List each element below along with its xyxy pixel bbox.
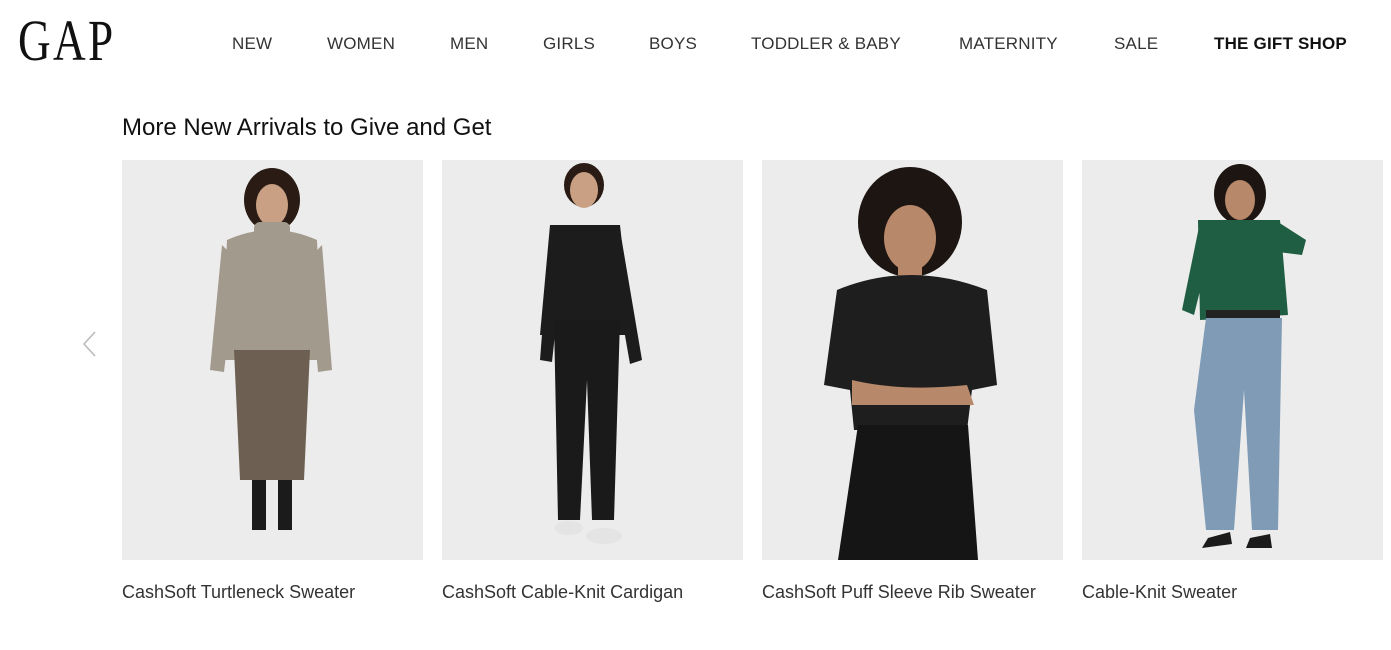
product-name[interactable]: Cable-Knit Sweater (1082, 582, 1383, 603)
model-photo (122, 160, 423, 560)
product-image[interactable] (762, 160, 1063, 560)
product-image[interactable] (442, 160, 743, 560)
product-name[interactable]: CashSoft Turtleneck Sweater (122, 582, 423, 603)
product-card[interactable]: CashSoft Puff Sleeve Rib Sweater (762, 160, 1063, 603)
nav-item-women[interactable]: WOMEN (327, 33, 395, 55)
nav-item-sale[interactable]: SALE (1114, 33, 1158, 55)
product-image[interactable] (1082, 160, 1383, 560)
nav-item-new[interactable]: NEW (232, 33, 272, 55)
nav-item-gift-shop[interactable]: THE GIFT SHOP (1214, 33, 1347, 55)
section-title: More New Arrivals to Give and Get (122, 114, 492, 141)
nav-item-men[interactable]: MEN (450, 33, 488, 55)
model-photo (442, 160, 743, 560)
nav-item-toddler-baby[interactable]: TODDLER & BABY (751, 33, 901, 55)
carousel-prev-button[interactable] (80, 330, 100, 358)
nav-item-boys[interactable]: BOYS (649, 33, 697, 55)
chevron-left-icon (82, 331, 96, 357)
nav-item-girls[interactable]: GIRLS (543, 33, 595, 55)
product-card[interactable]: Cable-Knit Sweater (1082, 160, 1383, 603)
product-card[interactable]: CashSoft Cable-Knit Cardigan (442, 160, 743, 603)
nav-item-maternity[interactable]: MATERNITY (959, 33, 1058, 55)
product-image[interactable] (122, 160, 423, 560)
main-nav: NEW WOMEN MEN GIRLS BOYS TODDLER & BABY … (0, 33, 1391, 57)
product-card[interactable]: CashSoft Turtleneck Sweater (122, 160, 423, 603)
product-name[interactable]: CashSoft Puff Sleeve Rib Sweater (762, 582, 1063, 603)
product-name[interactable]: CashSoft Cable-Knit Cardigan (442, 582, 743, 603)
model-photo (762, 160, 1063, 560)
model-photo (1082, 160, 1383, 560)
